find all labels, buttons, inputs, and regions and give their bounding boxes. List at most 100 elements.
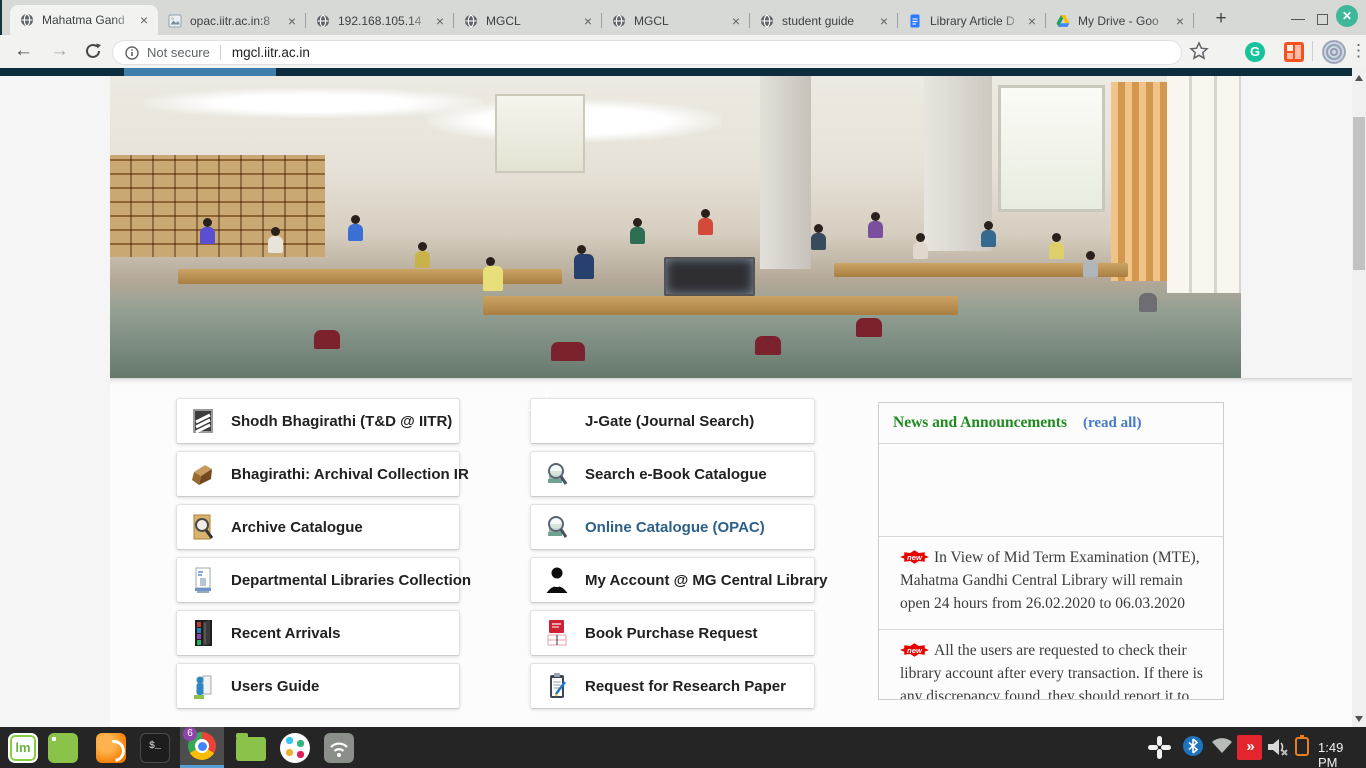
link-research-paper[interactable]: Request for Research Paper	[530, 663, 815, 709]
new-tab-button[interactable]: +	[1208, 9, 1234, 29]
link-my-account[interactable]: My Account @ MG Central Library	[530, 557, 815, 603]
anydesk-tray-icon[interactable]: »	[1237, 735, 1262, 760]
photo-chair	[755, 336, 781, 355]
reload-button[interactable]	[84, 42, 102, 60]
bookmark-star-icon[interactable]	[1189, 41, 1209, 61]
photo-chair	[1139, 293, 1157, 312]
tab-close-icon[interactable]: ×	[136, 12, 152, 28]
wifi-app-icon[interactable]	[324, 733, 354, 763]
news-title: News and Announcements	[893, 414, 1067, 432]
tab-title: MGCL	[486, 14, 580, 28]
tab-title: Mahatma Gand	[42, 13, 136, 27]
show-desktop-button[interactable]	[48, 733, 78, 763]
window-restore-button[interactable]	[1317, 12, 1328, 28]
site-navbar-active-item[interactable]	[124, 68, 276, 76]
volume-muted-tray-icon[interactable]	[1265, 735, 1289, 759]
quick-link-label: Archive Catalogue	[231, 519, 363, 536]
bookshelf-icon	[190, 619, 216, 647]
mint-menu-button[interactable]: lm	[8, 733, 38, 763]
tab-close-icon[interactable]: ×	[284, 13, 300, 29]
link-departmental-libraries[interactable]: Departmental Libraries Collection	[176, 557, 460, 603]
tab-close-icon[interactable]: ×	[580, 13, 596, 29]
orange-extension-icon[interactable]	[1284, 42, 1304, 62]
browser-tab-strip: Mahatma Gand × opac.iitr.ac.in:8 × 192.1…	[0, 0, 1366, 35]
tab-mgcl-2[interactable]: MGCL ×	[602, 6, 750, 35]
news-empty-slot	[879, 444, 1223, 537]
google-docs-favicon	[908, 14, 922, 28]
url-text[interactable]: mgcl.iitr.ac.in	[232, 45, 310, 60]
tab-mahatma-gandhi[interactable]: Mahatma Gand ×	[10, 5, 158, 35]
link-archival-collection[interactable]: Bhagirathi: Archival Collection IR	[176, 451, 460, 497]
bluetooth-tray-icon[interactable]	[1183, 736, 1203, 756]
network-signal-tray-icon[interactable]	[1211, 738, 1233, 754]
link-ebook-catalogue[interactable]: Search e-Book Catalogue	[530, 451, 815, 497]
link-recent-arrivals[interactable]: Recent Arrivals	[176, 610, 460, 656]
file-manager-icon[interactable]	[236, 737, 266, 761]
person-figure	[415, 242, 430, 268]
person-figure	[1049, 233, 1064, 259]
department-doc-icon	[190, 566, 216, 594]
firefox-launcher-icon[interactable]	[96, 733, 126, 763]
tab-close-icon[interactable]: ×	[1024, 13, 1040, 29]
tab-ip-address[interactable]: 192.168.105.14 ×	[306, 6, 454, 35]
info-icon[interactable]	[125, 46, 139, 60]
divider	[220, 45, 221, 60]
tab-close-icon[interactable]: ×	[432, 13, 448, 29]
person-figure	[200, 218, 215, 244]
link-users-guide[interactable]: Users Guide	[176, 663, 460, 709]
taskbar-clock[interactable]: 1:49 PM	[1318, 740, 1366, 768]
tab-title: opac.iitr.ac.in:8	[190, 14, 284, 28]
address-bar[interactable]: Not secure mgcl.iitr.ac.in	[112, 40, 1182, 65]
tab-my-drive[interactable]: My Drive - Goo ×	[1046, 6, 1194, 35]
forward-button[interactable]: →	[50, 40, 69, 62]
window-minimize-button[interactable]: —	[1291, 10, 1305, 26]
slack-dot	[297, 751, 304, 758]
tab-opac[interactable]: opac.iitr.ac.in:8 ×	[158, 6, 306, 35]
tab-close-icon[interactable]: ×	[728, 13, 744, 29]
person-icon	[544, 566, 570, 594]
profile-avatar[interactable]	[1322, 40, 1346, 64]
person-figure	[630, 218, 645, 244]
new-badge-icon: new	[900, 643, 929, 657]
person-figure	[483, 257, 503, 291]
slack-tray-icon[interactable]	[1146, 734, 1173, 761]
link-opac[interactable]: Online Catalogue (OPAC)	[530, 504, 815, 550]
google-drive-favicon	[1056, 14, 1070, 28]
link-jgate[interactable]: J-Gate J-Gate (Journal Search)	[530, 398, 815, 444]
tab-close-icon[interactable]: ×	[1172, 13, 1188, 29]
back-button[interactable]: ←	[14, 40, 33, 62]
site-navbar	[0, 68, 1352, 76]
grammarly-extension-icon[interactable]: G	[1245, 42, 1265, 62]
person-figure	[1083, 251, 1098, 277]
scroll-up-arrow[interactable]	[1355, 75, 1363, 81]
tab-mgcl-1[interactable]: MGCL ×	[454, 6, 602, 35]
tab-title: MGCL	[634, 14, 728, 28]
slack-launcher-icon[interactable]	[280, 733, 310, 763]
page-scrollbar[interactable]	[1352, 68, 1366, 727]
link-shodh-bhagirathi[interactable]: Shodh Bhagirathi (T&D @ IITR)	[176, 398, 460, 444]
screen: Mahatma Gand × opac.iitr.ac.in:8 × 192.1…	[0, 0, 1366, 768]
book-search-icon	[544, 460, 570, 488]
terminal-launcher-icon[interactable]: $_	[140, 733, 170, 763]
news-item-text[interactable]: All the users are requested to check the…	[900, 642, 1203, 700]
battery-tray-icon[interactable]	[1295, 737, 1309, 756]
link-book-purchase[interactable]: Book Purchase Request	[530, 610, 815, 656]
chrome-menu-icon[interactable]: ⋮	[1350, 41, 1366, 61]
link-archive-catalogue[interactable]: Archive Catalogue	[176, 504, 460, 550]
photo-table	[178, 269, 563, 284]
globe-favicon	[760, 14, 774, 28]
news-item-text[interactable]: In View of Mid Term Examination (MTE), M…	[900, 549, 1200, 612]
guide-figure-icon	[190, 672, 216, 700]
tab-close-icon[interactable]: ×	[876, 13, 892, 29]
bluetooth-glyph	[1183, 736, 1203, 756]
quick-link-label: Book Purchase Request	[585, 625, 758, 642]
quick-link-label: Request for Research Paper	[585, 678, 786, 695]
read-all-link[interactable]: (read all)	[1083, 415, 1141, 432]
scrollbar-thumb[interactable]	[1353, 117, 1365, 270]
window-close-button[interactable]: ✕	[1336, 5, 1358, 27]
tab-library-article[interactable]: Library Article D ×	[898, 6, 1046, 35]
tab-student-guide[interactable]: student guide ×	[750, 6, 898, 35]
scroll-down-arrow[interactable]	[1355, 716, 1363, 722]
security-label: Not secure	[147, 45, 210, 60]
quick-link-label: Online Catalogue (OPAC)	[585, 519, 765, 536]
